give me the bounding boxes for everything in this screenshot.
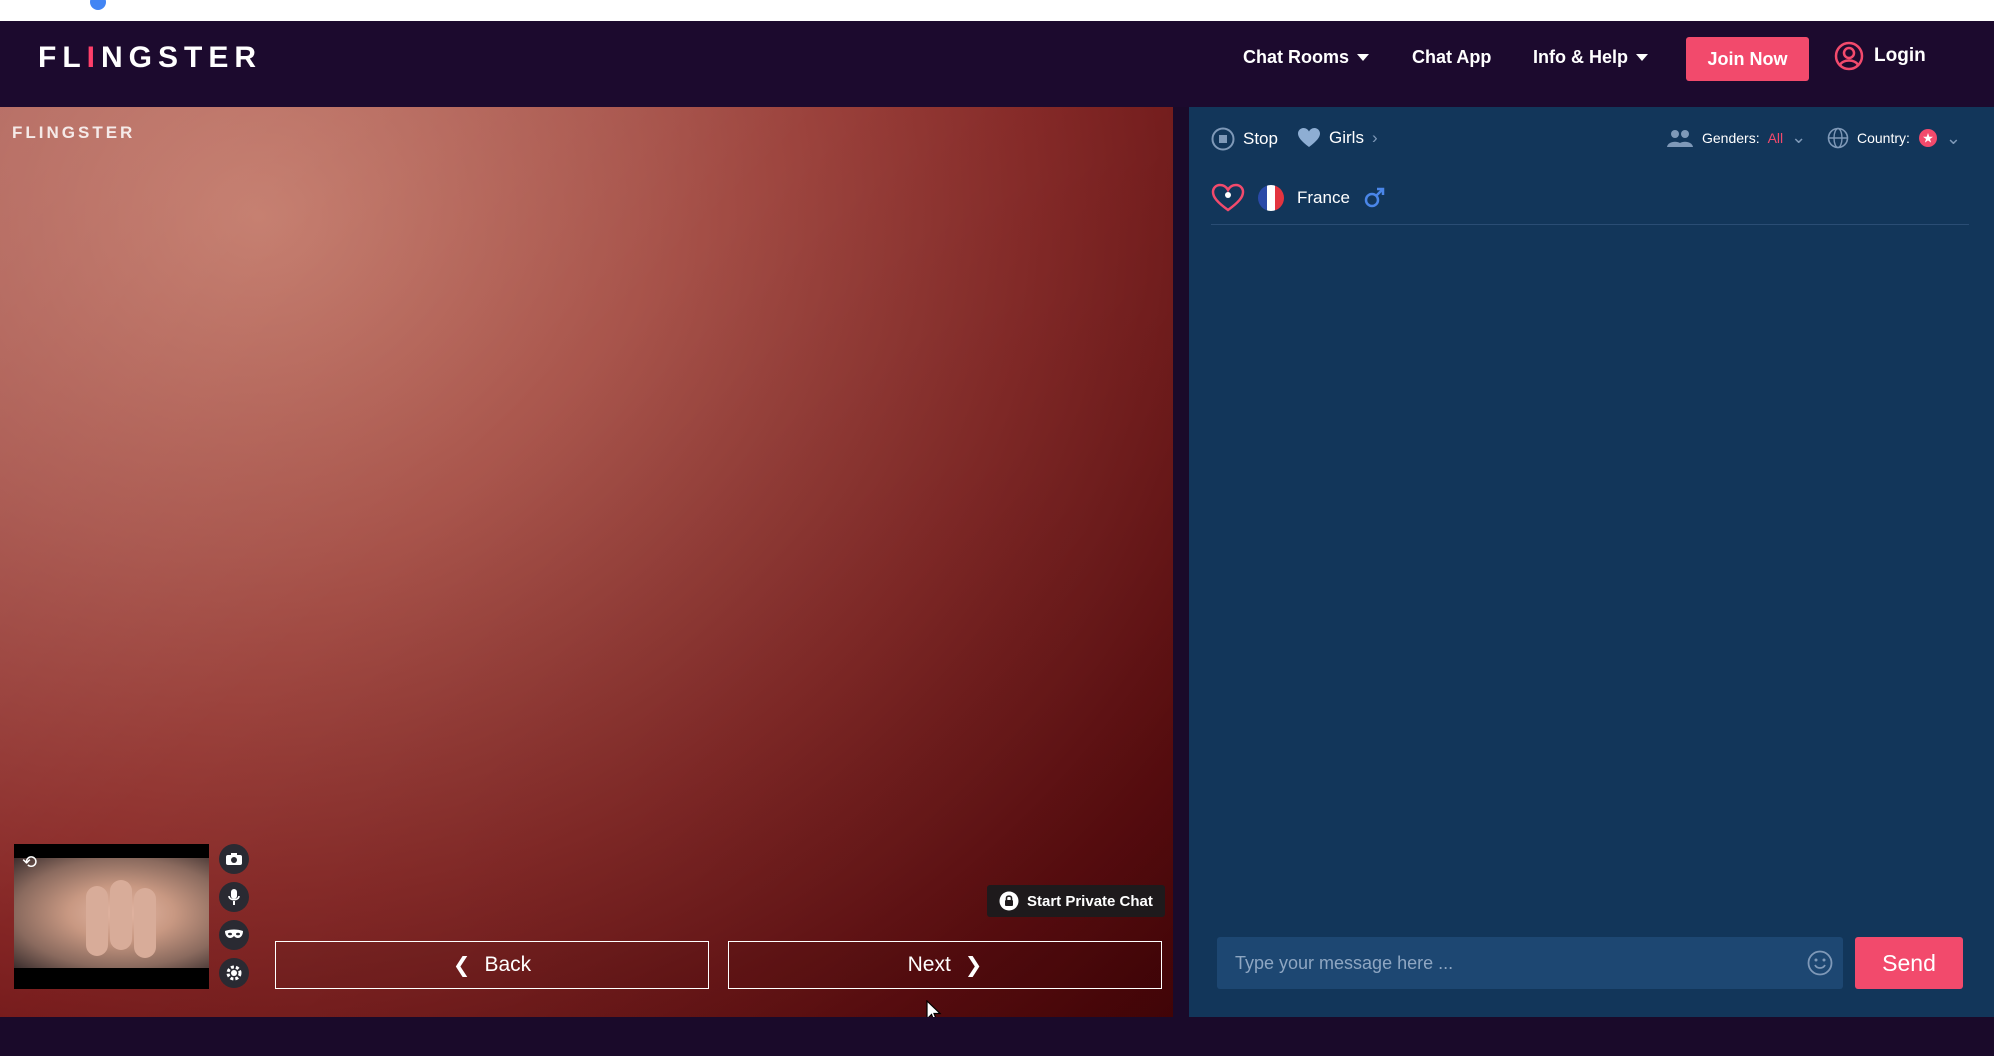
start-private-chat-button[interactable]: Start Private Chat (987, 885, 1165, 917)
caret-down-icon (1636, 54, 1648, 61)
back-button[interactable]: ❮ Back (275, 941, 709, 989)
settings-button[interactable] (219, 958, 249, 988)
filter-bar: Stop Girls › Genders: All ⌄ Country: ⌄ (1189, 107, 1994, 171)
top-navbar: FLINGSTER Chat Rooms Chat App Info & Hel… (0, 21, 1994, 107)
heart-icon (1298, 128, 1320, 147)
logo-text-part: FL (38, 41, 87, 74)
self-camera-preview: ⟲ (14, 844, 209, 989)
partner-country: France (1297, 188, 1350, 207)
next-label: Next (907, 953, 951, 976)
nav-info-help[interactable]: Info & Help (1533, 47, 1648, 68)
nav-chat-rooms[interactable]: Chat Rooms (1243, 47, 1370, 68)
girls-filter[interactable]: Girls › (1297, 127, 1378, 149)
start-private-chat-label: Start Private Chat (1027, 892, 1153, 910)
flingster-logo[interactable]: FLINGSTER (38, 41, 262, 75)
chevron-right-icon: ❯ (964, 953, 983, 977)
stop-label: Stop (1243, 129, 1278, 148)
switch-camera-icon[interactable]: ⟲ (22, 852, 37, 873)
logo-text-accent: I (86, 41, 101, 74)
chevron-left-icon: ❮ (452, 953, 471, 977)
settings-icon (226, 965, 242, 981)
all-countries-icon (1918, 129, 1937, 147)
nav-chat-app-label: Chat App (1412, 47, 1492, 67)
emoji-icon[interactable] (1807, 950, 1833, 976)
page-footer-strip (0, 1017, 1994, 1056)
send-button[interactable]: Send (1855, 937, 1963, 989)
login-button[interactable]: Login (1834, 41, 1926, 71)
genders-label: Genders: (1702, 129, 1760, 146)
join-now-button[interactable]: Join Now (1686, 37, 1809, 81)
login-label: Login (1874, 45, 1926, 66)
partner-video: FLINGSTER ⟲ Start Private Chat ❮ Back Ne… (0, 107, 1173, 1017)
chevron-down-icon: ⌄ (1791, 127, 1807, 147)
globe-icon (1827, 127, 1849, 149)
mask-button[interactable] (219, 920, 249, 950)
back-label: Back (484, 953, 532, 976)
preview-shape (86, 886, 108, 956)
male-symbol-icon (1364, 187, 1385, 208)
nav-info-help-label: Info & Help (1533, 47, 1628, 67)
stop-icon (1211, 127, 1235, 151)
camera-button[interactable] (219, 844, 249, 874)
chevron-right-icon: › (1371, 128, 1378, 147)
browser-bar (0, 0, 1994, 21)
chevron-down-icon: ⌄ (1945, 127, 1962, 148)
microphone-icon (228, 889, 240, 905)
camera-icon (226, 853, 242, 865)
nav-chat-app[interactable]: Chat App (1412, 47, 1491, 68)
nav-chat-rooms-label: Chat Rooms (1243, 47, 1350, 67)
self-camera-image (14, 858, 209, 968)
users-icon (1667, 129, 1693, 147)
favorite-heart-icon[interactable] (1211, 183, 1245, 213)
chat-panel: Stop Girls › Genders: All ⌄ Country: ⌄ F… (1189, 107, 1994, 1017)
girls-label: Girls (1329, 128, 1364, 147)
genders-filter[interactable]: Genders: All ⌄ (1666, 127, 1806, 148)
video-watermark: FLINGSTER (12, 123, 136, 142)
genders-value: All (1767, 129, 1784, 146)
message-box (1217, 937, 1843, 989)
partner-divider (1211, 224, 1969, 225)
microphone-button[interactable] (219, 882, 249, 912)
country-label: Country: (1857, 130, 1910, 146)
stop-button[interactable]: Stop (1211, 127, 1278, 151)
site-favicon-icon (90, 0, 106, 10)
message-input[interactable] (1217, 937, 1777, 989)
france-flag-icon (1258, 185, 1284, 211)
next-button[interactable]: Next ❯ (728, 941, 1162, 989)
caret-down-icon (1357, 54, 1370, 61)
lock-icon (999, 891, 1019, 911)
user-icon (1834, 41, 1864, 71)
preview-shape (134, 888, 156, 958)
preview-shape (110, 880, 132, 950)
mask-icon (225, 929, 243, 939)
logo-text-part: NGSTER (101, 41, 263, 74)
partner-info: France (1211, 183, 1386, 213)
country-filter[interactable]: Country: ⌄ (1827, 127, 1961, 149)
